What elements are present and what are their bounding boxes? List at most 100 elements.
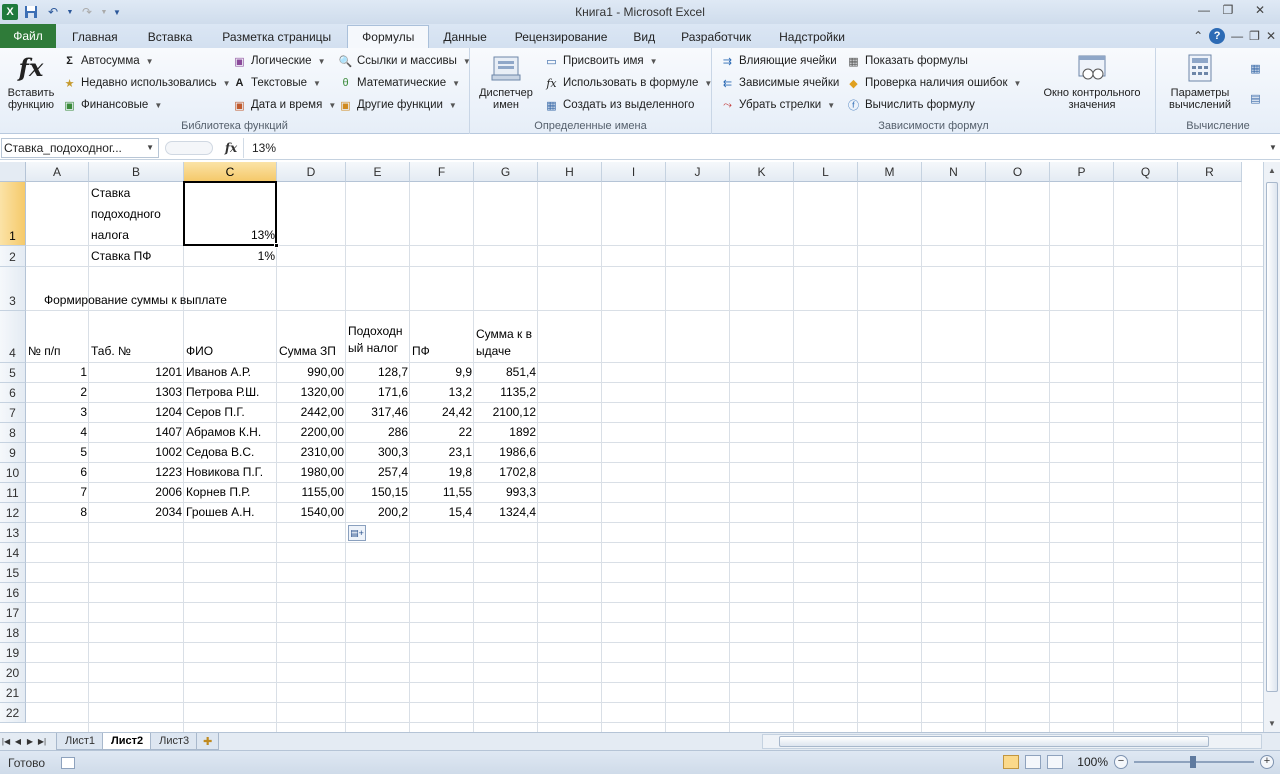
math-trig-button[interactable]: θ Математические ▼ <box>338 73 460 93</box>
column-header-f[interactable]: F <box>410 162 474 182</box>
scroll-down-icon[interactable]: ▼ <box>1264 715 1280 732</box>
prev-sheet-icon[interactable]: ◀ <box>12 737 24 746</box>
define-name-button[interactable]: ▭ Присвоить имя ▼ <box>544 51 657 71</box>
redo-icon[interactable]: ↷ <box>78 3 96 21</box>
restore-icon[interactable]: ❐ <box>1216 0 1240 20</box>
use-in-formula-button[interactable]: fx Использовать в формуле ▼ <box>544 73 712 93</box>
evaluate-formula-button[interactable]: ⓕ Вычислить формулу <box>846 95 975 115</box>
undo-icon[interactable]: ↶ <box>44 3 62 21</box>
trace-dependents-button[interactable]: ⇇ Зависимые ячейки <box>720 73 839 93</box>
row-header-21[interactable]: 21 <box>0 683 26 703</box>
row-header-4[interactable]: 4 <box>0 311 26 363</box>
expand-formula-bar-icon[interactable]: ▼ <box>1266 143 1280 152</box>
calculation-options-button[interactable]: Параметры вычислений <box>1158 52 1242 111</box>
column-header-r[interactable]: R <box>1178 162 1242 182</box>
row-header-5[interactable]: 5 <box>0 363 26 383</box>
customize-qat-icon[interactable]: ▼ <box>112 3 122 21</box>
sheet-tab-2[interactable]: Лист2 <box>102 733 153 750</box>
row-header-15[interactable]: 15 <box>0 563 26 583</box>
row-header-22[interactable]: 22 <box>0 703 26 723</box>
create-from-selection-button[interactable]: ▦ Создать из выделенного <box>544 95 694 115</box>
zoom-slider[interactable] <box>1134 756 1254 768</box>
row-header-9[interactable]: 9 <box>0 443 26 463</box>
minimize-ribbon-icon[interactable]: ⌃ <box>1193 29 1203 43</box>
column-header-a[interactable]: A <box>26 162 89 182</box>
close-icon[interactable]: ✕ <box>1240 0 1280 20</box>
page-break-view-icon[interactable] <box>1047 755 1064 769</box>
tab-page-layout[interactable]: Разметка страницы <box>206 26 347 48</box>
row-header-12[interactable]: 12 <box>0 503 26 523</box>
date-time-button[interactable]: ▣ Дата и время ▼ <box>232 95 336 115</box>
sheet-tab-3[interactable]: Лист3 <box>150 733 199 750</box>
insert-sheet-icon[interactable]: ✚ <box>196 733 220 750</box>
next-sheet-icon[interactable]: ▶ <box>24 737 36 746</box>
financial-button[interactable]: ▣ Финансовые ▼ <box>62 95 162 115</box>
sheet-tab-1[interactable]: Лист1 <box>56 733 105 750</box>
column-header-e[interactable]: E <box>346 162 410 182</box>
row-header-2[interactable]: 2 <box>0 246 26 267</box>
selected-cell-c1[interactable] <box>183 181 277 246</box>
name-manager-button[interactable]: Диспетчер имен <box>476 52 536 111</box>
column-header-d[interactable]: D <box>277 162 346 182</box>
row-header-1[interactable]: 1 <box>0 182 26 246</box>
column-header-h[interactable]: H <box>538 162 602 182</box>
text-button[interactable]: A Текстовые ▼ <box>232 73 321 93</box>
tab-view[interactable]: Вид <box>621 26 667 48</box>
insert-function-icon[interactable]: fx <box>219 141 243 155</box>
column-header-o[interactable]: O <box>986 162 1050 182</box>
name-box-dropdown-icon[interactable]: ▼ <box>146 143 154 152</box>
row-header-14[interactable]: 14 <box>0 543 26 563</box>
macro-record-icon[interactable] <box>61 756 76 769</box>
excel-logo-icon[interactable]: X <box>2 4 18 20</box>
calculate-sheet-button[interactable]: ▤ <box>1248 88 1263 108</box>
tab-formulas[interactable]: Формулы <box>347 25 430 48</box>
show-formulas-button[interactable]: ▦ Показать формулы <box>846 51 968 71</box>
minimize-icon[interactable]: — <box>1192 0 1216 20</box>
workbook-restore-icon[interactable]: ❐ <box>1249 29 1260 43</box>
row-header-19[interactable]: 19 <box>0 643 26 663</box>
page-layout-view-icon[interactable] <box>1025 755 1042 769</box>
insert-function-button[interactable]: fx Вставить функцию <box>4 52 58 112</box>
zoom-in-icon[interactable]: + <box>1260 755 1274 769</box>
error-checking-button[interactable]: ◆ Проверка наличия ошибок ▼ <box>846 73 1021 93</box>
undo-dropdown-icon[interactable]: ▼ <box>66 3 74 21</box>
redo-dropdown-icon[interactable]: ▼ <box>100 3 108 21</box>
row-header-10[interactable]: 10 <box>0 463 26 483</box>
autosum-button[interactable]: Σ Автосумма ▼ <box>62 51 153 71</box>
normal-view-icon[interactable] <box>1003 755 1020 769</box>
row-header-7[interactable]: 7 <box>0 403 26 423</box>
column-header-p[interactable]: P <box>1050 162 1114 182</box>
select-all-corner[interactable] <box>0 162 26 182</box>
logical-button[interactable]: ▣ Логические ▼ <box>232 51 325 71</box>
column-header-q[interactable]: Q <box>1114 162 1178 182</box>
column-header-j[interactable]: J <box>666 162 730 182</box>
row-header-18[interactable]: 18 <box>0 623 26 643</box>
workbook-minimize-icon[interactable]: — <box>1231 29 1243 43</box>
column-header-c[interactable]: C <box>184 162 277 182</box>
row-header-11[interactable]: 11 <box>0 483 26 503</box>
fill-handle[interactable] <box>274 243 279 248</box>
column-header-l[interactable]: L <box>794 162 858 182</box>
column-header-i[interactable]: I <box>602 162 666 182</box>
lookup-reference-button[interactable]: 🔍 Ссылки и массивы ▼ <box>338 51 471 71</box>
scroll-up-icon[interactable]: ▲ <box>1264 162 1280 179</box>
paste-options-icon[interactable]: ▤+ <box>348 525 366 541</box>
column-header-b[interactable]: B <box>89 162 184 182</box>
zoom-out-icon[interactable]: − <box>1114 755 1128 769</box>
first-sheet-icon[interactable]: |◀ <box>0 737 12 746</box>
watch-window-button[interactable]: Окно контрольного значения <box>1034 52 1150 111</box>
row-header-3[interactable]: 3 <box>0 267 26 311</box>
tab-addins[interactable]: Надстройки <box>765 26 859 48</box>
workbook-close-icon[interactable]: ✕ <box>1266 29 1276 43</box>
spreadsheet-grid[interactable]: A B C D E F G H I J K L M N O P Q R 1 2 3 4 5 6 7 8 9 10 11 12 13 14 15 1… <box>0 162 1263 732</box>
zoom-level[interactable]: 100% <box>1077 755 1108 769</box>
name-box[interactable]: Ставка_подоходног... ▼ <box>1 137 159 158</box>
more-functions-button[interactable]: ▣ Другие функции ▼ <box>338 95 457 115</box>
column-header-k[interactable]: K <box>730 162 794 182</box>
trace-precedents-button[interactable]: ⇉ Влияющие ячейки <box>720 51 837 71</box>
save-icon[interactable] <box>22 3 40 21</box>
formula-bar-handle-icon[interactable] <box>165 140 213 155</box>
vertical-scrollbar[interactable]: ▲ ▼ <box>1263 162 1280 732</box>
tab-data[interactable]: Данные <box>429 26 500 48</box>
row-header-16[interactable]: 16 <box>0 583 26 603</box>
